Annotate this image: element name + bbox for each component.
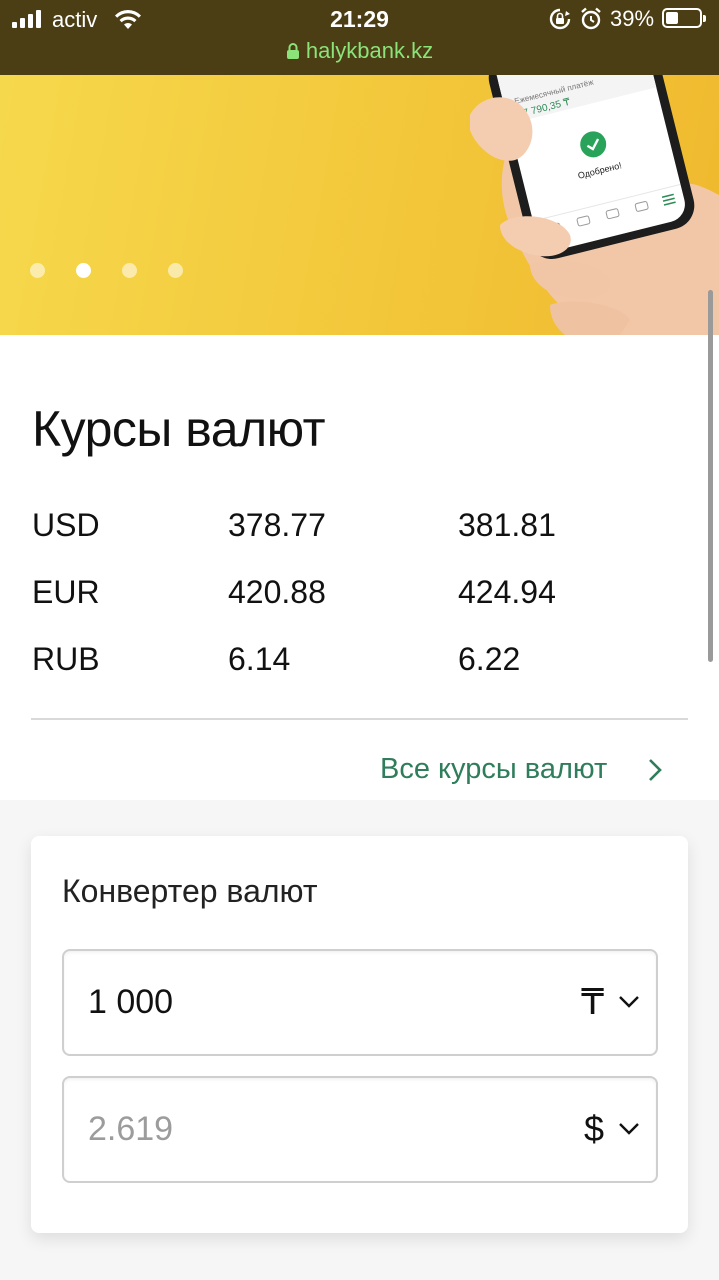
buy-rate: 378.77 — [228, 507, 326, 543]
orientation-lock-icon — [549, 8, 571, 30]
carousel-dots — [30, 263, 183, 278]
battery-icon — [662, 8, 706, 28]
converter-section: Конвертер валют 1 000 ₸ 2.619 $ — [0, 800, 719, 1280]
url-text: halykbank.kz — [305, 38, 434, 63]
amount-to-field[interactable]: 2.619 $ — [62, 1076, 658, 1183]
converter-title: Конвертер валют — [62, 873, 318, 909]
chevron-right-icon — [649, 758, 663, 781]
dollar-symbol[interactable]: $ — [584, 1108, 604, 1150]
all-rates-link-label: Все курсы валют — [380, 753, 608, 785]
amount-from-field[interactable]: 1 000 ₸ — [62, 949, 658, 1056]
amount-to-value[interactable]: 2.619 — [88, 1110, 173, 1149]
sell-rate: 381.81 — [458, 507, 556, 543]
divider — [31, 718, 688, 720]
phone-in-hand-image: Ежемесячный платёж 27 790,35 ₸ Одобрено! — [470, 75, 719, 335]
buy-rate: 420.88 — [228, 574, 326, 610]
table-row: EUR 420.88 424.94 — [32, 574, 688, 641]
buy-rate: 6.14 — [228, 641, 291, 677]
carousel-dot[interactable] — [30, 263, 45, 278]
alarm-icon — [581, 7, 601, 30]
carousel-dot-active[interactable] — [76, 263, 91, 278]
table-row: USD 378.77 381.81 — [32, 507, 688, 574]
carousel-dot[interactable] — [168, 263, 183, 278]
rates-table: USD 378.77 381.81 EUR 420.88 424.94 RUB … — [32, 507, 688, 708]
promo-banner[interactable]: Ежемесячный платёж 27 790,35 ₸ Одобрено! — [0, 75, 719, 335]
page-title: Курсы валют — [32, 401, 326, 457]
carousel-dot[interactable] — [122, 263, 137, 278]
sell-rate: 6.22 — [458, 641, 521, 677]
chevron-down-icon[interactable] — [618, 995, 640, 1009]
address-bar[interactable]: halykbank.kz — [0, 38, 719, 64]
battery-percent: 39% — [610, 6, 655, 31]
amount-from-value[interactable]: 1 000 — [88, 983, 173, 1022]
currency-code: RUB — [32, 641, 100, 677]
all-rates-link[interactable]: Все курсы валют — [380, 753, 665, 786]
tenge-symbol[interactable]: ₸ — [581, 981, 604, 1023]
currency-code: EUR — [32, 574, 100, 610]
currency-code: USD — [32, 507, 100, 543]
currency-converter-card: Конвертер валют 1 000 ₸ 2.619 $ — [31, 836, 688, 1233]
chevron-down-icon[interactable] — [618, 1122, 640, 1136]
sell-rate: 424.94 — [458, 574, 556, 610]
status-bar: activ 21:29 39% halykbank.kz — [0, 0, 719, 75]
padlock-icon — [286, 43, 299, 59]
rates-section: Курсы валют USD 378.77 381.81 EUR 420.88… — [0, 335, 719, 1280]
page-scrollbar[interactable] — [708, 290, 713, 662]
table-row: RUB 6.14 6.22 — [32, 641, 688, 708]
